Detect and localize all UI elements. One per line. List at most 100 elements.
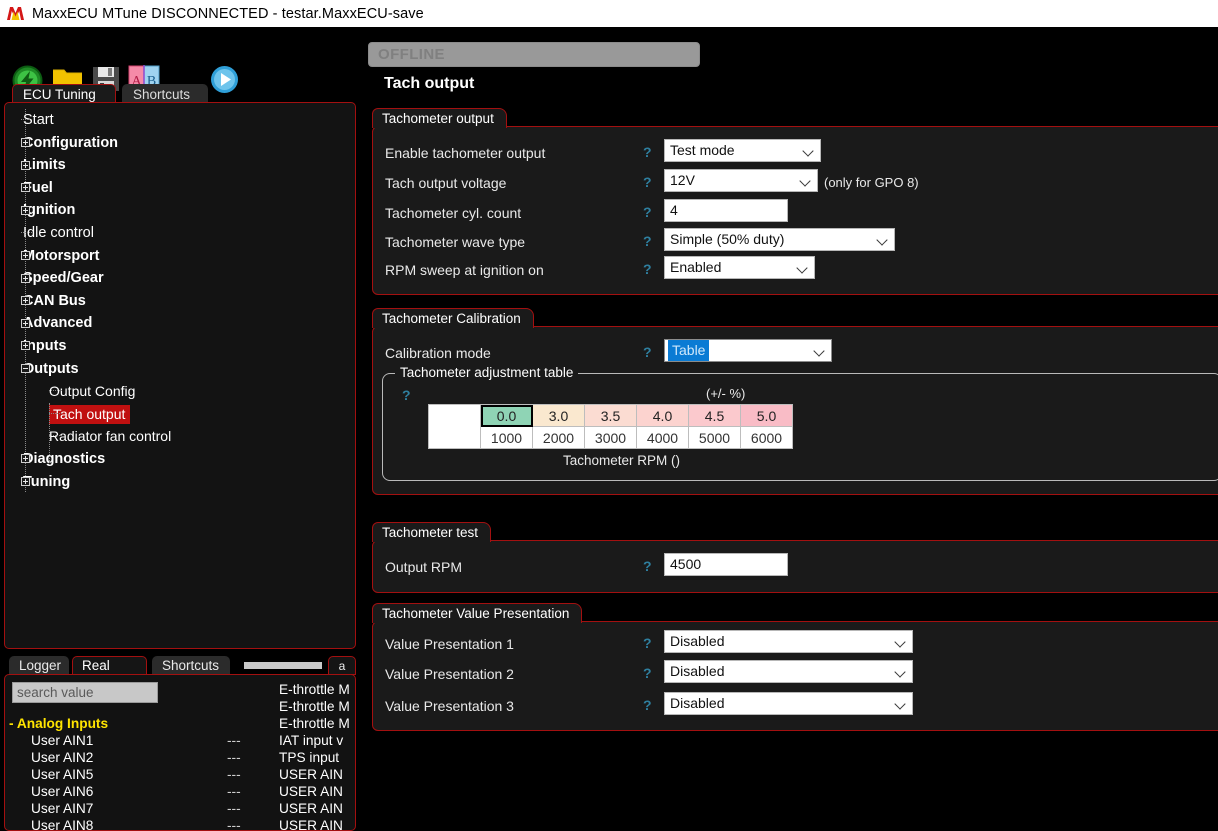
list-item[interactable]: User AIN8 <box>31 818 93 830</box>
help-icon[interactable]: ? <box>643 344 652 360</box>
expand-plus-icon[interactable] <box>21 183 30 193</box>
tree-item-tuning[interactable]: Tuning <box>5 471 355 494</box>
table-cell-axis[interactable]: 3000 <box>584 426 637 449</box>
input-output-rpm[interactable]: 4500 <box>664 553 788 576</box>
tree-item-fuel[interactable]: Fuel <box>5 177 355 200</box>
tree-item-diagnostics[interactable]: Diagnostics <box>5 448 355 471</box>
table-cell-value[interactable]: 3.0 <box>532 404 585 427</box>
group-tachometer-calibration-tab[interactable]: Tachometer Calibration <box>372 308 534 328</box>
help-icon[interactable]: ? <box>643 635 652 651</box>
tab-shortcuts[interactable]: Shortcuts <box>122 84 208 103</box>
list-item-right[interactable]: IAT input v <box>279 733 343 748</box>
tab-bottom-shortcuts[interactable]: Shortcuts <box>152 656 230 675</box>
expand-plus-icon[interactable] <box>21 160 30 170</box>
dropdown-value-presentation-2[interactable]: Disabled <box>664 660 913 683</box>
group-tachometer-test-tab[interactable]: Tachometer test <box>372 522 492 542</box>
list-item-value: --- <box>227 801 241 816</box>
tab-real-time[interactable]: Real Time <box>72 656 147 691</box>
search-input[interactable]: search value <box>12 682 158 703</box>
tree-item-outputs[interactable]: Outputs <box>5 358 355 381</box>
group-title: Tachometer output <box>382 111 494 126</box>
list-item[interactable]: User AIN5 <box>31 767 93 782</box>
table-cell-value[interactable]: 4.5 <box>688 404 741 427</box>
expand-plus-icon[interactable] <box>21 251 30 261</box>
tree-item-speed-gear[interactable]: Speed/Gear <box>5 267 355 290</box>
input-tachometer-cyl-count[interactable]: 4 <box>664 199 788 222</box>
tree-item-start[interactable]: Start <box>5 109 355 132</box>
status-banner: OFFLINE <box>368 42 700 67</box>
expand-plus-icon[interactable] <box>21 205 30 215</box>
help-icon[interactable]: ? <box>643 558 652 574</box>
tab-logger[interactable]: Logger <box>9 656 69 675</box>
tree-item-output-config[interactable]: Output Config <box>5 380 355 403</box>
tree-item-tach-output[interactable]: Tach output <box>5 403 355 426</box>
dropdown-enable-tachometer-output[interactable]: Test mode <box>664 139 821 162</box>
list-item-right[interactable]: USER AIN <box>279 801 343 816</box>
tachometer-adjustment-table[interactable]: 0.0 3.0 3.5 4.0 4.5 5.0 1000 2000 3000 4… <box>428 404 793 449</box>
dropdown-value-presentation-1[interactable]: Disabled <box>664 630 913 653</box>
help-icon[interactable]: ? <box>643 665 652 681</box>
list-item-right[interactable]: E-throttle M <box>279 716 350 731</box>
tree-item-ignition[interactable]: Ignition <box>5 199 355 222</box>
list-item[interactable]: User AIN6 <box>31 784 93 799</box>
group-tachometer-output-tab[interactable]: Tachometer output <box>372 108 507 128</box>
expand-plus-icon[interactable] <box>21 273 30 283</box>
tree-item-idle-control[interactable]: Idle control <box>5 222 355 245</box>
table-cell-value[interactable]: 0.0 <box>480 404 533 427</box>
help-icon[interactable]: ? <box>402 387 411 403</box>
help-icon[interactable]: ? <box>643 204 652 220</box>
table-cell-value[interactable]: 4.0 <box>636 404 689 427</box>
table-cell-axis[interactable]: 4000 <box>636 426 689 449</box>
chevron-down-icon <box>878 236 887 245</box>
help-icon[interactable]: ? <box>643 233 652 249</box>
tree-item-configuration[interactable]: Configuration <box>5 132 355 155</box>
list-item-right[interactable]: E-throttle M <box>279 682 350 697</box>
dropdown-tachometer-wave-type[interactable]: Simple (50% duty) <box>664 228 895 251</box>
navigation-tree[interactable]: Start Configuration Limits Fuel Ignition <box>4 102 356 649</box>
table-cell-axis[interactable]: 2000 <box>532 426 585 449</box>
tree-item-label: Tach output <box>49 404 131 424</box>
collapse-minus-icon[interactable] <box>21 364 30 374</box>
list-item-right[interactable]: E-throttle M <box>279 699 350 714</box>
tree-item-can-bus[interactable]: CAN Bus <box>5 290 355 313</box>
expand-plus-icon[interactable] <box>21 138 30 148</box>
expand-plus-icon[interactable] <box>21 296 30 306</box>
list-item-right[interactable]: USER AIN <box>279 784 343 799</box>
group-collapse-icon[interactable]: - <box>9 716 14 731</box>
table-cell-axis[interactable]: 6000 <box>740 426 793 449</box>
list-item-right[interactable]: USER AIN <box>279 767 343 782</box>
help-icon[interactable]: ? <box>643 697 652 713</box>
expand-plus-icon[interactable] <box>21 318 30 328</box>
table-cell-axis[interactable]: 5000 <box>688 426 741 449</box>
help-icon[interactable]: ? <box>643 261 652 277</box>
dropdown-rpm-sweep-at-ignition-on[interactable]: Enabled <box>664 256 815 279</box>
table-cell-value[interactable]: 3.5 <box>584 404 637 427</box>
tree-item-inputs[interactable]: Inputs <box>5 335 355 358</box>
tree-item-label: Radiator fan control <box>49 428 172 445</box>
dropdown-calibration-mode[interactable]: Table <box>664 339 832 362</box>
tab-overflow-stub[interactable]: a <box>328 656 356 675</box>
tree-item-motorsport[interactable]: Motorsport <box>5 245 355 268</box>
tree-branch-line <box>49 403 51 463</box>
realtime-group-analog-inputs[interactable]: - Analog Inputs <box>9 716 108 731</box>
tree-item-limits[interactable]: Limits <box>5 154 355 177</box>
list-item-right[interactable]: TPS input <box>279 750 339 765</box>
help-icon[interactable]: ? <box>643 144 652 160</box>
list-item-right[interactable]: USER AIN <box>279 818 343 830</box>
expand-plus-icon[interactable] <box>21 454 30 464</box>
dropdown-tach-output-voltage[interactable]: 12V <box>664 169 818 192</box>
group-value-presentation-tab[interactable]: Tachometer Value Presentation <box>372 603 583 623</box>
expand-plus-icon[interactable] <box>21 341 30 351</box>
list-item[interactable]: User AIN1 <box>31 733 93 748</box>
tree-item-radiator-fan-control[interactable]: Radiator fan control <box>5 425 355 448</box>
tab-ecu-tuning[interactable]: ECU Tuning <box>12 84 116 103</box>
expand-plus-icon[interactable] <box>21 477 30 486</box>
table-cell-value[interactable]: 5.0 <box>740 404 793 427</box>
list-item[interactable]: User AIN2 <box>31 750 93 765</box>
dropdown-value-presentation-3[interactable]: Disabled <box>664 692 913 715</box>
tree-item-advanced[interactable]: Advanced <box>5 312 355 335</box>
table-cell-axis[interactable]: 1000 <box>480 426 533 449</box>
help-icon[interactable]: ? <box>643 174 652 190</box>
tab-drag-handle[interactable] <box>244 662 322 669</box>
list-item[interactable]: User AIN7 <box>31 801 93 816</box>
